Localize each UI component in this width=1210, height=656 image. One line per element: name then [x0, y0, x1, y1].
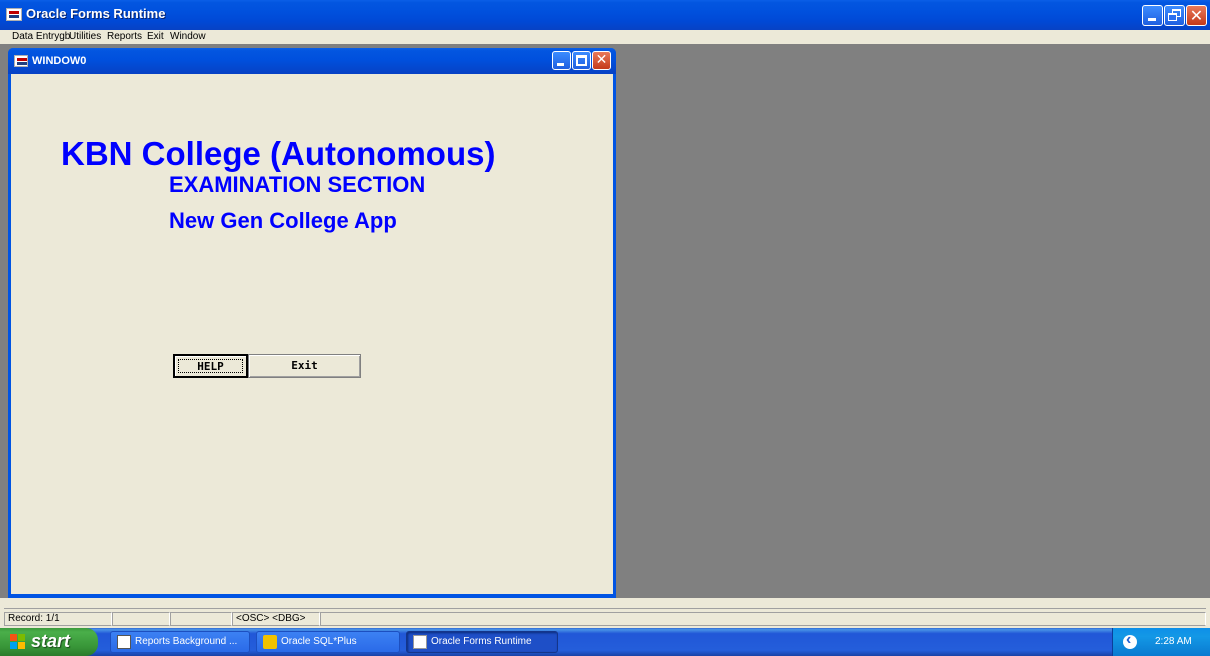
college-heading: KBN College (Autonomous) — [61, 135, 496, 172]
oracle-forms-icon — [413, 635, 427, 649]
menu-reports[interactable]: Reports — [107, 31, 142, 42]
task-oracle-forms[interactable]: Oracle Forms Runtime — [406, 631, 558, 653]
form-maximize-button[interactable] — [572, 51, 591, 70]
system-tray: 2:28 AM — [1112, 628, 1210, 656]
help-button[interactable]: HELP — [173, 354, 248, 378]
status-record: Record: 1/1 — [4, 612, 112, 626]
oracle-forms-icon — [14, 55, 28, 67]
exit-button-label: Exit — [291, 359, 318, 372]
app-heading: New Gen College App — [169, 208, 397, 233]
help-button-label: HELP — [197, 360, 224, 373]
start-button[interactable]: start — [0, 628, 98, 656]
start-label: start — [31, 631, 71, 651]
minimize-button[interactable] — [1142, 5, 1163, 26]
clock[interactable]: 2:28 AM — [1155, 636, 1192, 647]
close-button[interactable]: ✕ — [1186, 5, 1207, 26]
minimize-icon — [1148, 18, 1156, 21]
form-canvas: KBN College (Autonomous) EXAMINATION SEC… — [11, 74, 613, 594]
status-osc-dbg: <OSC> <DBG> — [232, 612, 320, 626]
sqlplus-icon — [263, 635, 277, 649]
task-label: Reports Background ... — [135, 636, 238, 647]
taskbar: start Reports Background ... Oracle SQL*… — [0, 628, 1210, 656]
section-heading: EXAMINATION SECTION — [169, 172, 426, 197]
task-reports-background[interactable]: Reports Background ... — [110, 631, 250, 653]
app-title-bar[interactable]: Oracle Forms Runtime ✕ — [0, 0, 1210, 30]
status-cell-5 — [320, 612, 1206, 626]
menu-window[interactable]: Window — [170, 31, 206, 42]
reports-icon — [117, 635, 131, 649]
restore-button[interactable] — [1164, 5, 1185, 26]
close-icon: ✕ — [1189, 6, 1204, 25]
app-title: Oracle Forms Runtime — [26, 6, 166, 21]
maximize-icon — [576, 55, 587, 66]
status-cell-2 — [112, 612, 170, 626]
close-icon: ✕ — [595, 52, 608, 68]
task-sqlplus[interactable]: Oracle SQL*Plus — [256, 631, 400, 653]
windows-flag-icon — [10, 634, 26, 650]
menu-utilities[interactable]: Utilities — [69, 31, 101, 42]
form-close-button[interactable]: ✕ — [592, 51, 611, 70]
status-cell-3 — [170, 612, 232, 626]
status-bar: Record: 1/1 <OSC> <DBG> — [0, 598, 1210, 628]
status-divider — [4, 608, 1206, 609]
oracle-forms-icon — [6, 8, 22, 21]
form-window-title-bar[interactable]: WINDOW0 ✕ — [8, 48, 616, 74]
task-label: Oracle SQL*Plus — [281, 636, 357, 647]
task-label: Oracle Forms Runtime — [431, 636, 532, 647]
menu-exit[interactable]: Exit — [147, 31, 164, 42]
show-hidden-icons-icon[interactable] — [1123, 631, 1137, 649]
exit-button[interactable]: Exit — [248, 354, 361, 378]
menu-bar: Data Entrygb Utilities Reports Exit Wind… — [0, 30, 1210, 44]
form-window-title: WINDOW0 — [32, 55, 87, 67]
minimize-icon — [557, 63, 564, 66]
menu-data-entry[interactable]: Data Entrygb — [12, 31, 70, 42]
form-minimize-button[interactable] — [552, 51, 571, 70]
form-window: WINDOW0 ✕ KBN College (Autonomous) EXAMI… — [8, 48, 616, 598]
